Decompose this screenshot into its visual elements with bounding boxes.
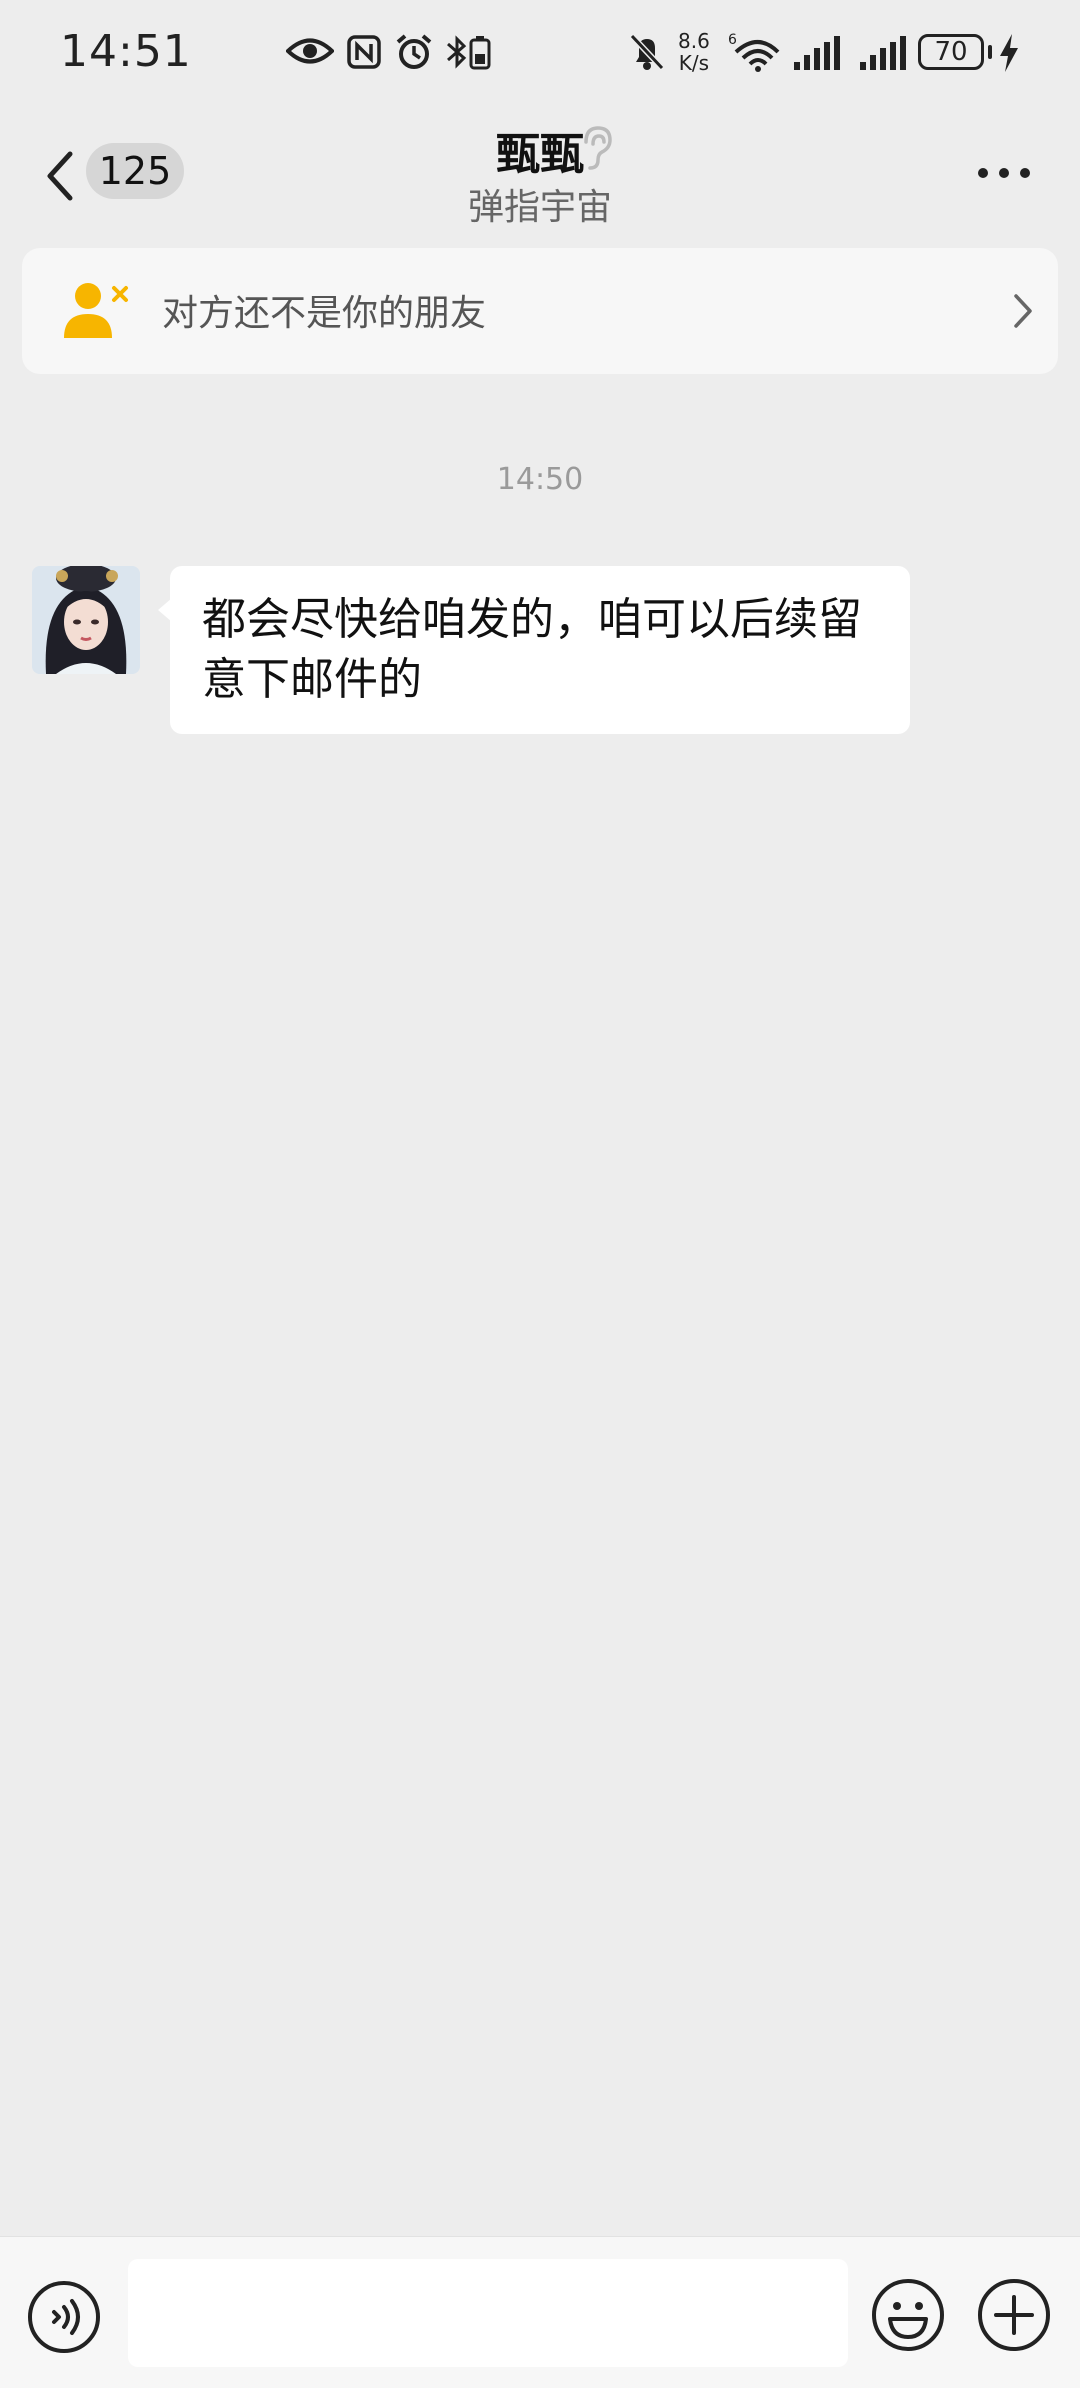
network-speed: 8.6 K/s <box>678 30 710 74</box>
charging-icon <box>1000 34 1018 72</box>
plus-icon[interactable] <box>976 2277 1052 2353</box>
alarm-icon <box>396 34 432 69</box>
chat-subtitle: 弹指宇宙 <box>467 187 612 228</box>
avatar[interactable] <box>32 566 140 674</box>
bell-off-icon <box>629 33 665 71</box>
eye-icon <box>286 38 334 64</box>
message-input[interactable] <box>128 2259 848 2367</box>
signal-icon <box>794 36 840 70</box>
signal-icon <box>860 36 906 70</box>
not-friend-text: 对方还不是你的朋友 <box>162 293 487 334</box>
message-timestamp: 14:50 <box>496 462 584 497</box>
status-bar: 14:51 8.6 K/s 6 70 <box>0 0 1080 110</box>
emoji-icon[interactable] <box>870 2277 946 2353</box>
avatar-image <box>32 566 140 674</box>
battery-level: 70 <box>918 34 984 70</box>
chat-title: 甄甄 <box>496 129 584 180</box>
chevron-right-icon <box>1014 294 1032 328</box>
svg-text:6: 6 <box>728 32 737 48</box>
ear-icon <box>584 126 612 170</box>
voice-icon[interactable] <box>26 2279 102 2355</box>
network-speed-value: 8.6 <box>678 29 710 53</box>
more-icon[interactable] <box>976 168 1032 182</box>
nfc-icon <box>347 35 381 69</box>
message-bubble[interactable]: 都会尽快给咱发的，咱可以后续留意下邮件的 <box>170 566 910 734</box>
wifi-6-icon: 6 <box>728 32 780 72</box>
bluetooth-battery-icon <box>447 35 491 70</box>
network-speed-unit: K/s <box>678 51 710 75</box>
not-friend-banner[interactable]: 对方还不是你的朋友 <box>22 248 1058 374</box>
battery-tip <box>988 45 992 59</box>
status-time: 14:51 <box>60 26 192 77</box>
chat-header: 125 甄甄 弹指宇宙 <box>0 110 1080 240</box>
input-bar <box>0 2236 1080 2388</box>
user-x-icon <box>64 283 128 338</box>
